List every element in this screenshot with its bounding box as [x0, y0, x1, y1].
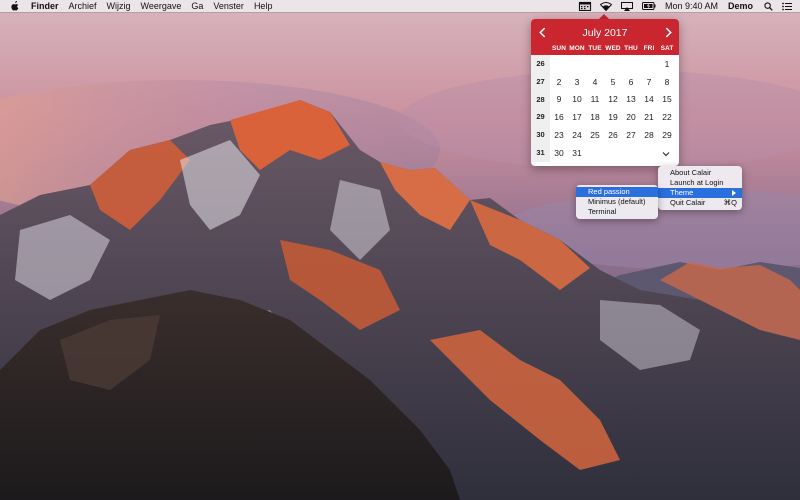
- menu-help[interactable]: Help: [254, 0, 273, 12]
- week-number: 31: [531, 143, 550, 162]
- calendar-day[interactable]: 20: [622, 112, 640, 122]
- calendar-day[interactable]: 15: [658, 94, 676, 104]
- calendar-month-title: July 2017: [582, 27, 628, 39]
- menu-bar-clock[interactable]: Mon 9:40 AM: [665, 1, 718, 11]
- apple-logo-icon[interactable]: [10, 1, 20, 11]
- week-number: 29: [531, 108, 550, 127]
- calendar-day[interactable]: 9: [550, 94, 568, 104]
- calendar-day[interactable]: 25: [586, 130, 604, 140]
- calendar-day[interactable]: 27: [622, 130, 640, 140]
- battery-icon[interactable]: [641, 1, 656, 11]
- calendar-header: July 2017 SUN MON TUE WED THU FRI SAT: [531, 19, 679, 55]
- theme-option-terminal[interactable]: Terminal: [576, 207, 658, 217]
- calendar-day[interactable]: 19: [604, 112, 622, 122]
- calendar-day[interactable]: 4: [586, 77, 604, 87]
- menu-item-about[interactable]: About Calair: [658, 168, 742, 178]
- theme-option-minimus[interactable]: Minimus (default): [576, 197, 658, 207]
- weekday-sun: SUN: [551, 45, 567, 52]
- weekday-mon: MON: [569, 45, 585, 52]
- calendar-day[interactable]: 16: [550, 112, 568, 122]
- menu-finder[interactable]: Finder: [31, 0, 59, 12]
- calendar-day[interactable]: 10: [568, 94, 586, 104]
- calendar-day[interactable]: 14: [640, 94, 658, 104]
- calendar-popover: July 2017 SUN MON TUE WED THU FRI SAT 26: [531, 19, 679, 166]
- calendar-day[interactable]: 13: [622, 94, 640, 104]
- menu-item-launch-at-login[interactable]: Launch at Login: [658, 178, 742, 188]
- calendar-day[interactable]: 24: [568, 130, 586, 140]
- calendar-week-row: 31 30 31: [531, 143, 679, 162]
- desktop-wallpaper: [0, 0, 800, 500]
- menu-item-quit[interactable]: Quit Calair ⌘Q: [658, 198, 742, 208]
- menu-item-label: Red passion: [588, 187, 630, 196]
- calendar-day[interactable]: 23: [550, 130, 568, 140]
- menu-item-label: About Calair: [670, 168, 712, 177]
- submenu-arrow-icon: [732, 190, 736, 196]
- menu-bar-status-area: Mon 9:40 AM Demo: [577, 0, 800, 12]
- menu-ga[interactable]: Ga: [191, 0, 203, 12]
- menu-item-label: Launch at Login: [670, 178, 724, 187]
- weekday-fri: FRI: [643, 45, 655, 52]
- airplay-icon[interactable]: [620, 1, 633, 11]
- user-account-menu[interactable]: Demo: [728, 1, 753, 11]
- calendar-week-row: 27 2 3 4 5 6 7 8: [531, 72, 679, 91]
- calendar-day[interactable]: 31: [568, 148, 586, 158]
- chevron-down-icon[interactable]: [662, 150, 670, 158]
- theme-submenu: Red passion Minimus (default) Terminal: [576, 185, 658, 219]
- calendar-day[interactable]: 2: [550, 77, 568, 87]
- calendar-day[interactable]: 12: [604, 94, 622, 104]
- week-number: 30: [531, 126, 550, 144]
- week-number: 26: [531, 55, 550, 73]
- weekday-wed: WED: [605, 45, 621, 52]
- calendar-week-row: 28 9 10 11 12 13 14 15: [531, 90, 679, 109]
- calendar-week-row: 29 16 17 18 19 20 21 22: [531, 108, 679, 127]
- menu-bar: Finder Archief Wijzig Weergave Ga Venste…: [0, 0, 800, 12]
- menu-wijzig[interactable]: Wijzig: [107, 0, 131, 12]
- wifi-icon[interactable]: [599, 1, 612, 11]
- weekday-sat: SAT: [660, 45, 674, 52]
- weekday-tue: TUE: [588, 45, 602, 52]
- notification-center-icon[interactable]: [782, 1, 792, 11]
- menu-archief[interactable]: Archief: [69, 0, 97, 12]
- menu-item-shortcut: ⌘Q: [723, 198, 737, 207]
- calendar-day[interactable]: 17: [568, 112, 586, 122]
- calendar-week-row: 30 23 24 25 26 27 28 29: [531, 126, 679, 144]
- calendar-day[interactable]: 18: [586, 112, 604, 122]
- calendar-day[interactable]: 30: [550, 148, 568, 158]
- calendar-day[interactable]: 29: [658, 130, 676, 140]
- desktop: Finder Archief Wijzig Weergave Ga Venste…: [0, 0, 800, 500]
- week-number: 28: [531, 90, 550, 109]
- calendar-day[interactable]: 26: [604, 130, 622, 140]
- menu-venster[interactable]: Venster: [213, 0, 244, 12]
- calendar-day[interactable]: 22: [658, 112, 676, 122]
- weekday-thu: THU: [624, 45, 638, 52]
- week-number: 27: [531, 72, 550, 91]
- calair-context-menu: About Calair Launch at Login Theme Quit …: [658, 166, 742, 210]
- menu-item-theme[interactable]: Theme: [658, 188, 742, 198]
- calendar-day[interactable]: 6: [622, 77, 640, 87]
- calendar-weekday-row: SUN MON TUE WED THU FRI SAT: [550, 45, 679, 52]
- calendar-icon[interactable]: [577, 1, 592, 11]
- calendar-day[interactable]: 28: [640, 130, 658, 140]
- menu-item-label: Quit Calair: [670, 198, 706, 207]
- menu-item-label: Theme: [670, 188, 694, 197]
- spotlight-search-icon[interactable]: [764, 1, 773, 11]
- calendar-day[interactable]: 3: [568, 77, 586, 87]
- chevron-right-icon[interactable]: [661, 25, 675, 39]
- calendar-day[interactable]: 7: [640, 77, 658, 87]
- theme-option-red-passion[interactable]: Red passion: [576, 187, 658, 197]
- calendar-day[interactable]: 5: [604, 77, 622, 87]
- menu-weergave[interactable]: Weergave: [141, 0, 182, 12]
- calendar-day[interactable]: 21: [640, 112, 658, 122]
- calendar-grid: 26 1 27 2 3 4 5 6 7 8 28 9 10 11 12 13 1…: [531, 55, 679, 162]
- calendar-day[interactable]: 1: [658, 59, 676, 69]
- calendar-week-row: 26 1: [531, 55, 679, 73]
- menu-item-label: Minimus (default): [588, 197, 646, 206]
- calendar-day[interactable]: 11: [586, 94, 604, 104]
- menu-item-label: Terminal: [588, 207, 617, 216]
- calendar-day[interactable]: 8: [658, 77, 676, 87]
